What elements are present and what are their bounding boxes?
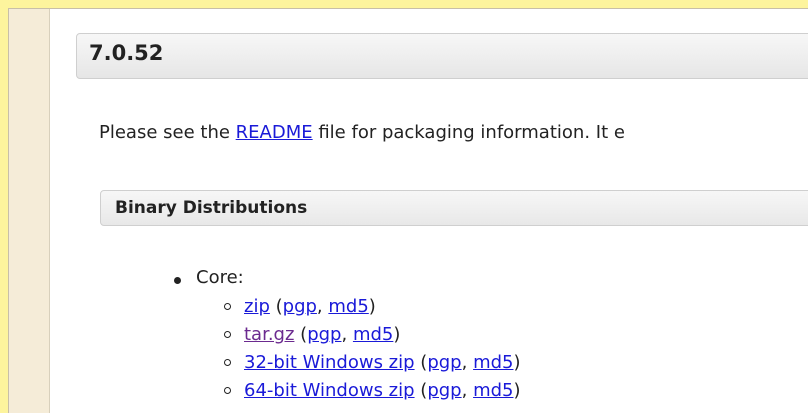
list-item: 32-bit Windows zip (pgp, md5): [196, 349, 521, 377]
pgp-link-zip[interactable]: pgp: [283, 296, 317, 317]
readme-link[interactable]: README: [236, 122, 313, 143]
core-item: Core: zip (pgp, md5) tar.gz (pgp, md5) 3…: [174, 267, 521, 405]
md5-link-32bit-windows-zip[interactable]: md5: [473, 352, 513, 373]
download-link-64bit-windows-zip[interactable]: 64-bit Windows zip: [244, 380, 415, 401]
md5-link-tar-gz[interactable]: md5: [353, 324, 393, 345]
intro-prefix: Please see the: [99, 122, 236, 143]
download-link-32bit-windows-zip[interactable]: 32-bit Windows zip: [244, 352, 415, 373]
version-title: 7.0.52: [89, 41, 164, 65]
download-link-tar-gz[interactable]: tar.gz: [244, 324, 294, 345]
version-header: 7.0.52: [76, 33, 808, 79]
circle-bullet-icon: [224, 331, 231, 338]
core-downloads-list: zip (pgp, md5) tar.gz (pgp, md5) 32-bit …: [196, 293, 521, 405]
content-panel: 7.0.52 Please see the README file for pa…: [49, 9, 808, 413]
binary-distributions-title: Binary Distributions: [115, 198, 308, 218]
intro-suffix: file for packaging information. It e: [312, 122, 625, 143]
pgp-link-64bit-windows-zip[interactable]: pgp: [427, 380, 461, 401]
pgp-link-tar-gz[interactable]: pgp: [307, 324, 341, 345]
list-item: zip (pgp, md5): [196, 293, 521, 321]
circle-bullet-icon: [224, 387, 231, 394]
download-link-zip[interactable]: zip: [244, 296, 270, 317]
bullet-dot-icon: [174, 277, 181, 284]
list-item: 64-bit Windows zip (pgp, md5): [196, 377, 521, 405]
core-label: Core:: [196, 267, 244, 288]
md5-link-64bit-windows-zip[interactable]: md5: [473, 380, 513, 401]
pgp-link-32bit-windows-zip[interactable]: pgp: [427, 352, 461, 373]
circle-bullet-icon: [224, 359, 231, 366]
circle-bullet-icon: [224, 303, 231, 310]
intro-paragraph: Please see the README file for packaging…: [99, 122, 625, 143]
distribution-list: Core: zip (pgp, md5) tar.gz (pgp, md5) 3…: [174, 267, 521, 405]
md5-link-zip[interactable]: md5: [328, 296, 368, 317]
binary-distributions-header: Binary Distributions: [100, 190, 808, 226]
list-item: tar.gz (pgp, md5): [196, 321, 521, 349]
